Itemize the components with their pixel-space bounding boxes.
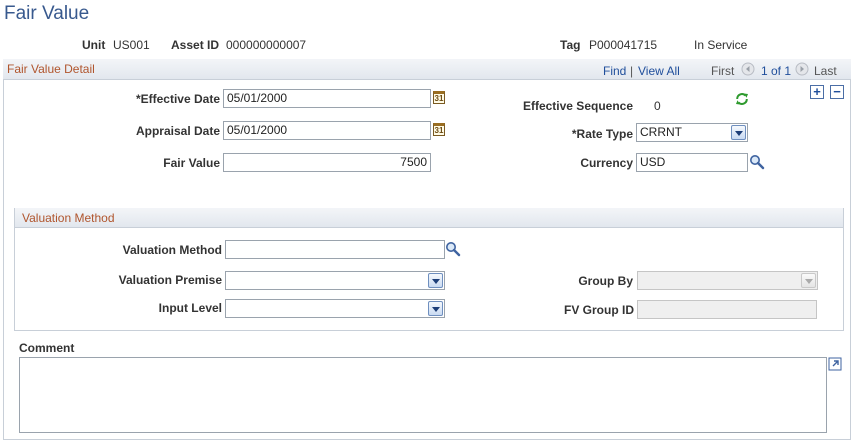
- rate-type-select[interactable]: CRRNT: [636, 123, 748, 142]
- effective-sequence-value: 0: [654, 99, 661, 113]
- calendar-icon[interactable]: 31: [433, 123, 445, 136]
- previous-row-icon[interactable]: [741, 62, 755, 79]
- tag-value: P000041715: [589, 38, 658, 52]
- asset-id-label: Asset ID: [171, 38, 220, 52]
- rate-type-label: *Rate Type: [571, 127, 633, 141]
- asset-id-value: 000000000007: [226, 38, 307, 52]
- fair-value-input[interactable]: 7500: [223, 153, 431, 172]
- chevron-down-icon[interactable]: [428, 301, 443, 316]
- fair-value-detail-title: Fair Value Detail: [7, 62, 95, 76]
- group-by-label: Group By: [578, 274, 633, 288]
- fv-group-id-label: FV Group ID: [564, 303, 634, 317]
- fair-value-label: Fair Value: [163, 156, 220, 170]
- valuation-premise-label: Valuation Premise: [118, 273, 222, 287]
- nav-separator: |: [630, 64, 634, 78]
- effective-date-label: *Effective Date: [135, 92, 220, 106]
- appraisal-date-input[interactable]: 05/01/2000: [223, 121, 431, 140]
- chevron-down-icon[interactable]: [428, 273, 443, 288]
- valuation-method-input[interactable]: [225, 240, 445, 259]
- next-row-icon[interactable]: [795, 62, 809, 79]
- comment-label: Comment: [19, 341, 75, 355]
- valuation-method-label: Valuation Method: [122, 243, 222, 257]
- add-row-button[interactable]: +: [810, 85, 824, 99]
- comment-textarea[interactable]: [19, 357, 827, 433]
- find-link[interactable]: Find: [603, 64, 626, 78]
- search-icon[interactable]: [445, 241, 461, 257]
- refresh-icon[interactable]: [734, 91, 750, 110]
- last-label: Last: [814, 64, 837, 78]
- unit-value: US001: [113, 38, 150, 52]
- valuation-method-title: Valuation Method: [22, 211, 115, 225]
- currency-label: Currency: [580, 156, 633, 170]
- fv-group-id-input: [637, 300, 817, 319]
- unit-label: Unit: [82, 38, 106, 52]
- view-all-link[interactable]: View All: [638, 64, 680, 78]
- chevron-down-icon[interactable]: [731, 125, 746, 140]
- effective-sequence-label: Effective Sequence: [522, 99, 633, 113]
- delete-row-button[interactable]: −: [830, 85, 844, 99]
- calendar-icon[interactable]: 31: [433, 91, 445, 104]
- row-range: 1 of 1: [761, 64, 792, 78]
- valuation-premise-select[interactable]: [225, 271, 445, 290]
- valuation-method-header: [15, 208, 843, 228]
- appraisal-date-label: Appraisal Date: [135, 124, 220, 138]
- group-by-select: [637, 271, 818, 290]
- tag-label: Tag: [560, 38, 581, 52]
- search-icon[interactable]: [749, 154, 765, 170]
- first-label: First: [711, 64, 735, 78]
- effective-date-input[interactable]: 05/01/2000: [223, 89, 431, 108]
- expand-icon[interactable]: [828, 357, 842, 374]
- input-level-select[interactable]: [225, 299, 445, 318]
- asset-status: In Service: [694, 38, 748, 52]
- currency-input[interactable]: USD: [636, 153, 748, 172]
- page-title: Fair Value: [4, 3, 90, 24]
- rate-type-value: CRRNT: [640, 125, 682, 139]
- input-level-label: Input Level: [158, 301, 222, 315]
- chevron-down-icon: [801, 273, 816, 288]
